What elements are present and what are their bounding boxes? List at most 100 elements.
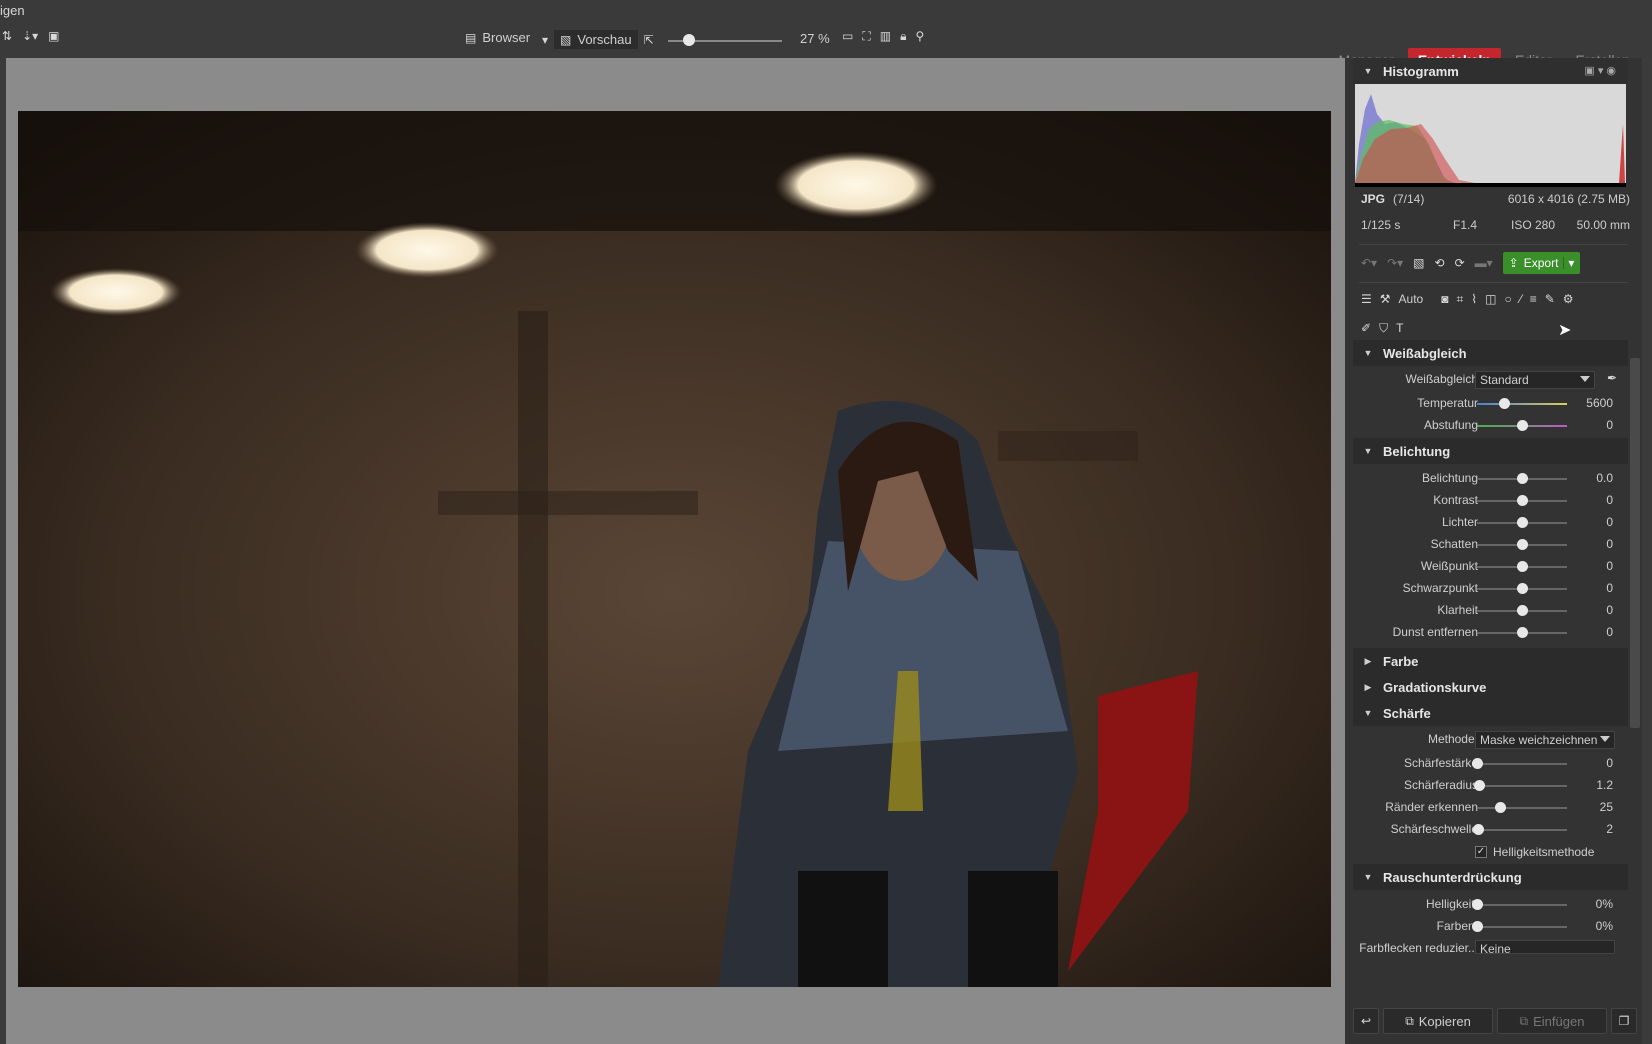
auto-button[interactable]: Auto (1399, 292, 1424, 306)
preview-button[interactable]: ▧ Vorschau (554, 30, 638, 49)
sort-dropdown-icon[interactable]: ⇣▾ (22, 30, 38, 42)
paste-button[interactable]: ⧉ Einfügen (1497, 1008, 1607, 1034)
noise-reduction-header[interactable]: ▼ Rauschunterdrückung (1353, 864, 1628, 890)
sharpen-0-slider[interactable] (1472, 758, 1567, 769)
reset-button[interactable]: ↩ (1353, 1008, 1379, 1034)
radial-filter-icon[interactable]: ○ (1504, 293, 1511, 305)
save-icon[interactable]: ▬▾ (1475, 257, 1493, 269)
slider-knob[interactable] (1472, 921, 1483, 932)
slider-knob[interactable] (1473, 780, 1485, 791)
exposure-3-slider[interactable] (1477, 539, 1567, 550)
sort-icon[interactable]: ⇅ (2, 30, 12, 42)
settings-gear-icon[interactable]: ⚙ (1563, 293, 1574, 305)
person-search-icon[interactable]: ⚲ (915, 30, 924, 42)
export-button[interactable]: ⇪ Export ▾ (1502, 252, 1581, 274)
slider-label: Helligkeit: (1425, 897, 1478, 911)
histogram-options-icon[interactable]: ▣ ▾ ◉ (1584, 65, 1616, 77)
zoom-1to1-icon[interactable]: ▭ (842, 30, 853, 42)
sharpen-1-slider[interactable] (1473, 780, 1567, 791)
slider-value: 0 (1606, 625, 1613, 639)
panel-scrollbar[interactable] (1630, 358, 1640, 728)
noise-1-slider[interactable] (1472, 921, 1567, 932)
zoom-slider[interactable] (668, 34, 782, 46)
slider-knob[interactable] (1472, 824, 1484, 835)
rotate-left-icon[interactable]: ⟲ (1435, 257, 1445, 269)
noise-0-slider[interactable] (1472, 899, 1567, 910)
curve-header[interactable]: ▶ Gradationskurve (1353, 674, 1628, 700)
external-window-icon[interactable]: ⇱ (644, 34, 654, 46)
slider-knob[interactable] (1499, 398, 1510, 409)
slider-knob[interactable] (1517, 605, 1528, 616)
export-dropdown-icon[interactable]: ▾ (1563, 257, 1574, 269)
sharpen-3-slider[interactable] (1472, 824, 1567, 835)
exposure-6-slider[interactable] (1477, 605, 1567, 616)
brightness-method-checkbox[interactable]: ✓ (1475, 846, 1487, 858)
exposure-7-slider[interactable] (1477, 627, 1567, 638)
slider-label: Dunst entfernen (1392, 625, 1478, 639)
slider-knob[interactable] (1517, 561, 1528, 572)
slider-knob[interactable] (1517, 517, 1528, 528)
pen-icon[interactable]: ✐ (1361, 322, 1371, 334)
zoom-slider-knob[interactable] (682, 34, 695, 46)
slider-knob[interactable] (1494, 802, 1506, 813)
viewer-left-edge (0, 58, 6, 1044)
camera-icon[interactable]: ◙ (1441, 293, 1448, 305)
white-balance-header[interactable]: ▼ Weißabgleich (1353, 340, 1628, 366)
wb-mode-dropdown[interactable]: Standard (1475, 371, 1595, 389)
slider-knob[interactable] (1517, 495, 1528, 506)
slider-value: 0 (1606, 515, 1613, 529)
abstufung-slider[interactable] (1477, 420, 1567, 431)
slider-knob[interactable] (1517, 420, 1528, 431)
sharpen-2-slider[interactable] (1477, 802, 1567, 813)
photo-canvas[interactable] (18, 111, 1331, 987)
redo-icon[interactable]: ↷▾ (1387, 257, 1403, 269)
exposure-5-slider[interactable] (1477, 583, 1567, 594)
perspective-icon[interactable]: ⌇ (1471, 293, 1477, 305)
export-icon: ⇪ (1508, 256, 1519, 270)
exposure-4-slider[interactable] (1477, 561, 1567, 572)
slider-label: Ränder erkennen (1385, 800, 1478, 814)
stamp-icon[interactable]: ⛉ (1379, 322, 1388, 334)
folder-icon[interactable]: ▣ (48, 30, 59, 42)
file-format: JPG (1361, 192, 1386, 206)
lock-icon[interactable]: 🔒︎ (900, 30, 906, 42)
copy-button[interactable]: ⧉ Kopieren (1383, 1008, 1493, 1034)
compare-icon[interactable]: ▥ (880, 30, 891, 42)
noise-reduction-title: Rauschunterdrückung (1383, 869, 1522, 885)
histogram-header[interactable]: ▼ Histogramm ▣ ▾ ◉ (1353, 58, 1628, 84)
eyedropper-icon[interactable]: ✒ (1607, 372, 1617, 384)
slider-value: 2 (1606, 822, 1613, 836)
compare-view-icon[interactable]: ▧ (1413, 257, 1424, 269)
sharpen-method-dropdown[interactable]: Maske weichzeichnen (1475, 731, 1615, 749)
slider-knob[interactable] (1517, 583, 1528, 594)
mouse-cursor-icon: ➤ (1558, 322, 1572, 339)
healing-icon[interactable]: ✎ (1545, 293, 1555, 305)
slider-knob[interactable] (1517, 627, 1528, 638)
browser-toggle[interactable]: ▤ Browser (465, 30, 530, 45)
slider-knob[interactable] (1517, 473, 1528, 484)
exposure-2-slider[interactable] (1477, 517, 1567, 528)
exposure-1-slider[interactable] (1477, 495, 1567, 506)
brush-icon[interactable]: ⁄ (1520, 293, 1522, 305)
gradient-filter-icon[interactable]: ◫ (1485, 293, 1496, 305)
rotate-right-icon[interactable]: ⟳ (1455, 257, 1465, 269)
undo-icon[interactable]: ↶▾ (1361, 257, 1377, 269)
spots-dropdown[interactable]: Keine (1475, 940, 1615, 954)
slider-knob[interactable] (1472, 899, 1483, 910)
color-header[interactable]: ▶ Farbe (1353, 648, 1628, 674)
slider-knob[interactable] (1472, 758, 1483, 769)
panel-divider[interactable] (1345, 58, 1353, 1044)
exposure-header[interactable]: ▼ Belichtung (1353, 438, 1628, 464)
exposure-0-slider[interactable] (1477, 473, 1567, 484)
preview-dropdown[interactable]: ▾ ▧ Vorschau ⇱ (542, 30, 654, 49)
slider-knob[interactable] (1517, 539, 1528, 550)
layers-icon[interactable]: ≡ (1530, 293, 1537, 305)
text-tool-icon[interactable]: T (1396, 322, 1403, 334)
fit-screen-icon[interactable]: ⛶ (862, 30, 870, 42)
adjustments-icon[interactable]: ☰ (1361, 293, 1372, 305)
temperatur-slider[interactable] (1477, 398, 1567, 409)
auto-wand-icon[interactable]: ⚒ (1380, 293, 1391, 305)
paste-options-button[interactable]: ❐ (1611, 1008, 1637, 1034)
crop-icon[interactable]: ⌗ (1456, 293, 1463, 305)
sharpen-header[interactable]: ▼ Schärfe (1353, 700, 1628, 726)
